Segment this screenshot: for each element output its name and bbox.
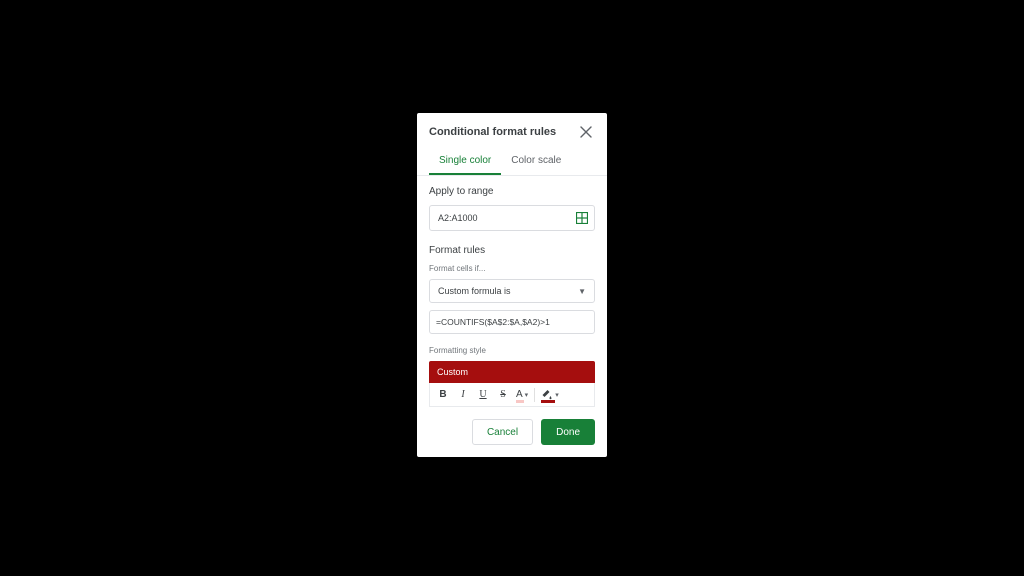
format-rules-label: Format rules [429,245,595,256]
chevron-down-icon: ▾ [525,391,529,399]
formula-input[interactable] [429,310,595,334]
panel-footer: Cancel Done [429,419,595,445]
range-input[interactable] [430,206,570,230]
apply-to-range-label: Apply to range [429,186,595,197]
paint-bucket-icon [541,389,553,401]
text-color-swatch [516,400,524,403]
done-button[interactable]: Done [541,419,595,445]
cancel-button[interactable]: Cancel [472,419,533,445]
fill-color-swatch [541,400,555,403]
close-icon[interactable] [577,123,595,141]
panel-title: Conditional format rules [429,126,556,138]
chevron-down-icon: ▾ [555,391,559,399]
toolbar-divider [534,388,535,402]
format-toolbar: B I U S A ▾ ▾ [429,383,595,407]
tabs-bar: Single color Color scale [417,147,607,176]
condition-select[interactable]: Custom formula is ▼ [429,279,595,303]
underline-icon[interactable]: U [474,386,492,404]
select-range-grid-icon[interactable] [570,206,594,230]
format-cells-if-label: Format cells if... [429,264,595,273]
chevron-down-icon: ▼ [578,287,586,296]
formatting-style-label: Formatting style [429,346,595,355]
tab-single-color[interactable]: Single color [429,147,501,175]
conditional-format-panel: Conditional format rules Single color Co… [417,113,607,457]
strikethrough-icon[interactable]: S [494,386,512,404]
fill-color-button[interactable]: ▾ [539,386,561,404]
range-row [429,205,595,231]
tab-color-scale[interactable]: Color scale [501,147,571,175]
panel-header: Conditional format rules [417,113,607,147]
bold-icon[interactable]: B [434,386,452,404]
italic-icon[interactable]: I [454,386,472,404]
text-color-button[interactable]: A ▾ [514,386,530,404]
style-preview[interactable]: Custom [429,361,595,383]
panel-content: Apply to range Format rules Format cells… [417,176,607,457]
condition-selected-text: Custom formula is [438,286,511,296]
